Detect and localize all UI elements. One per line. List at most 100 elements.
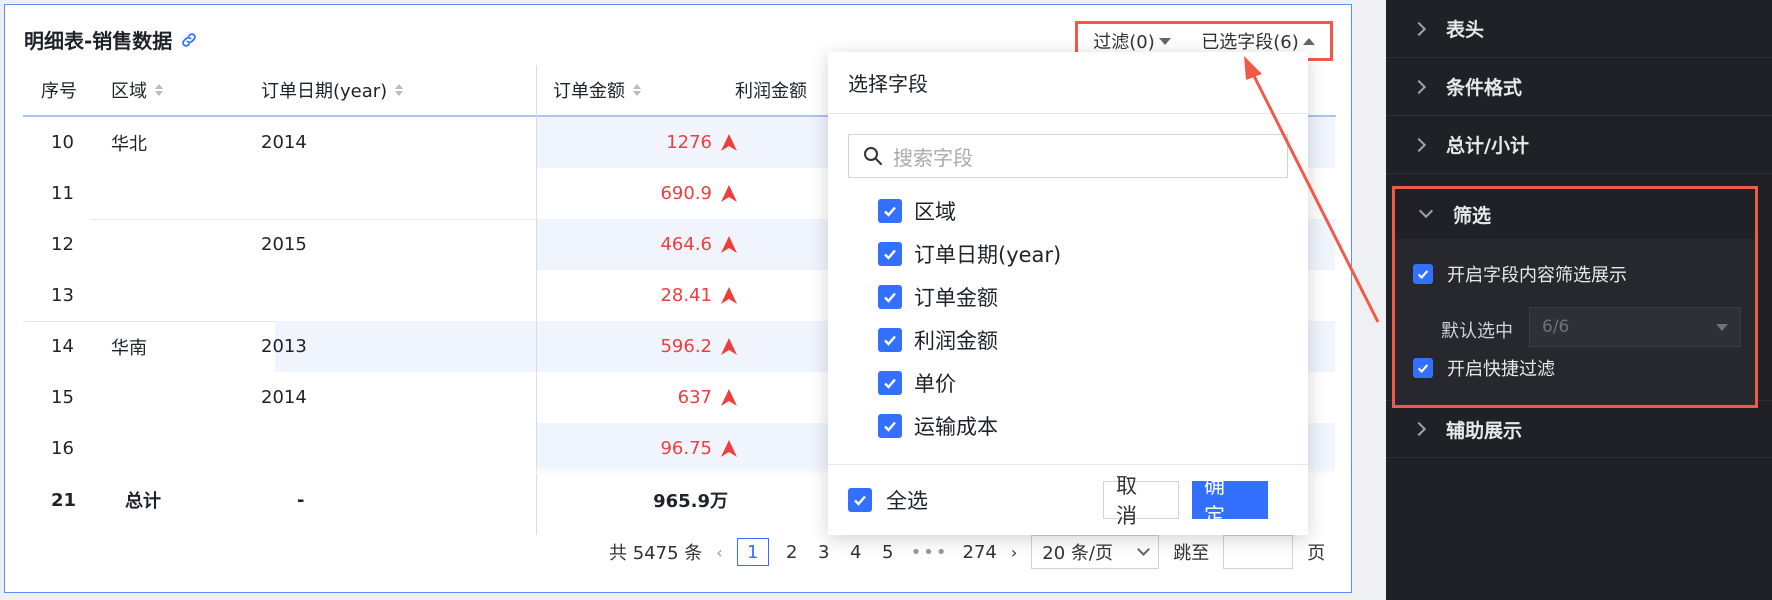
total-year: - [297, 489, 305, 511]
card-title: 明细表-销售数据 [24, 25, 198, 54]
cell-amount: 464.6 [538, 219, 738, 270]
default-selected-select[interactable]: 6/6 [1529, 307, 1741, 347]
confirm-button[interactable]: 确 定 [1192, 474, 1268, 528]
checkbox-checked[interactable] [878, 198, 902, 223]
sort-icon[interactable] [155, 84, 163, 96]
filter-section-body: 开启字段内容筛选展示 默认选中 6/6 开启快捷过滤 [1395, 239, 1755, 405]
trend-up-icon [721, 235, 737, 253]
checkbox-checked[interactable] [878, 284, 902, 309]
chevron-down-icon [1418, 203, 1434, 219]
page-5[interactable]: 5 [879, 542, 897, 563]
trend-up-icon [721, 184, 737, 202]
field-option[interactable]: 订单日期(year) [878, 232, 1061, 275]
field-option[interactable]: 利润金额 [878, 318, 1061, 361]
cell-amount: 1276 [538, 117, 738, 168]
caret-down-icon [1158, 37, 1171, 45]
select-all-checkbox[interactable]: 全选 [848, 485, 928, 515]
field-option[interactable]: 运输成本 [878, 404, 1061, 447]
cell-year: 2014 [261, 132, 307, 153]
section-conditional-format[interactable]: 条件格式 [1386, 58, 1772, 116]
cell-amount: 690.9 [538, 168, 738, 219]
header-region[interactable]: 区域 [111, 65, 163, 115]
checkbox-checked[interactable] [1413, 264, 1433, 284]
section-label: 表头 [1446, 19, 1485, 41]
amount-value: 464.6 [660, 234, 712, 255]
chevron-right-icon [1411, 21, 1427, 36]
pagination: 共 5475 条 ‹ 1 2 3 4 5 ••• 274 › 20 条/页 跳至… [609, 535, 1339, 569]
chevron-right-icon [1411, 79, 1427, 94]
jump-input[interactable] [1223, 535, 1294, 569]
quick-filter-toggle[interactable]: 开启快捷过滤 [1413, 355, 1555, 381]
cell-index: 13 [51, 285, 74, 306]
chevron-down-icon [1137, 542, 1151, 556]
page-2[interactable]: 2 [783, 542, 801, 563]
cancel-button[interactable]: 取 消 [1103, 474, 1179, 528]
checkbox-checked[interactable] [1413, 358, 1433, 378]
header-profit-amount[interactable]: 利润金额 [735, 65, 807, 115]
amount-value: 637 [677, 387, 712, 408]
field-label: 区域 [914, 199, 956, 224]
section-label: 总计/小计 [1446, 135, 1529, 157]
section-label: 筛选 [1453, 204, 1492, 227]
section-header[interactable]: 表头 [1386, 0, 1772, 58]
cell-year: 2014 [261, 387, 307, 408]
filter-section: 筛选 开启字段内容筛选展示 默认选中 6/6 开启快捷过滤 [1392, 186, 1758, 408]
field-option[interactable]: 订单金额 [878, 275, 1061, 318]
checkbox-checked[interactable] [848, 488, 872, 512]
page-ellipsis[interactable]: ••• [911, 542, 949, 563]
page-size-select[interactable]: 20 条/页 [1031, 535, 1160, 569]
sort-icon[interactable] [633, 84, 641, 96]
next-page-icon[interactable]: › [1011, 543, 1017, 562]
cell-index: 10 [51, 132, 74, 153]
default-selected-label: 默认选中 [1441, 321, 1513, 342]
header-label: 序号 [41, 81, 77, 102]
trend-up-icon [721, 439, 737, 457]
page-suffix: 页 [1307, 543, 1326, 564]
sort-icon[interactable] [395, 84, 404, 96]
amount-value: 28.41 [660, 285, 712, 306]
selected-fields-dropdown[interactable]: 已选字段(6) [1201, 28, 1315, 54]
header-label: 区域 [111, 81, 147, 102]
total-label: 总计 [125, 491, 161, 512]
page-3[interactable]: 3 [815, 542, 833, 563]
section-aux-display[interactable]: 辅助展示 [1386, 400, 1772, 458]
amount-value: 1276 [666, 132, 712, 153]
page-last[interactable]: 274 [963, 542, 997, 563]
checkbox-checked[interactable] [878, 327, 902, 352]
field-option[interactable]: 单价 [878, 361, 1061, 404]
page-1[interactable]: 1 [736, 538, 769, 566]
filter-section-header[interactable]: 筛选 [1395, 189, 1755, 239]
header-order-year[interactable]: 订单日期(year) [261, 65, 404, 115]
chevron-right-icon [1411, 421, 1427, 437]
link-icon[interactable] [180, 31, 198, 49]
field-option[interactable]: 区域 [878, 189, 1061, 232]
checkbox-checked[interactable] [878, 370, 902, 395]
field-label: 利润金额 [914, 328, 998, 353]
cell-index: 12 [51, 234, 74, 255]
page-4[interactable]: 4 [847, 542, 865, 563]
jump-label: 跳至 [1173, 543, 1210, 564]
cell-region: 华南 [111, 337, 147, 359]
app-root: 明细表-销售数据 过滤(0) 已选字段(6) 序号 区域 订单日期(year) … [0, 0, 1772, 600]
section-totals[interactable]: 总计/小计 [1386, 116, 1772, 174]
checkbox-checked[interactable] [878, 413, 902, 438]
field-search-input[interactable]: 搜索字段 [848, 134, 1288, 178]
filter-dropdown[interactable]: 过滤(0) [1093, 28, 1171, 54]
pager-total: 共 5475 条 [609, 543, 703, 564]
field-label: 订单金额 [914, 285, 998, 310]
trend-up-icon [721, 133, 737, 151]
header-order-amount[interactable]: 订单金额 [553, 65, 641, 115]
caret-up-icon [1302, 37, 1315, 45]
header-label: 订单金额 [553, 81, 625, 102]
selected-fields-label: 已选字段(6) [1201, 32, 1299, 53]
trend-up-icon [721, 337, 737, 355]
option-label: 开启字段内容筛选展示 [1447, 265, 1627, 286]
checkbox-checked[interactable] [878, 241, 902, 266]
total-amount: 965.9万 [653, 491, 728, 512]
popover-title: 选择字段 [828, 52, 1308, 114]
header-index: 序号 [41, 65, 77, 115]
default-selected-value: 6/6 [1542, 317, 1570, 337]
trend-up-icon [721, 286, 737, 304]
prev-page-icon[interactable]: ‹ [716, 543, 722, 562]
field-filter-toggle[interactable]: 开启字段内容筛选展示 [1413, 261, 1627, 287]
